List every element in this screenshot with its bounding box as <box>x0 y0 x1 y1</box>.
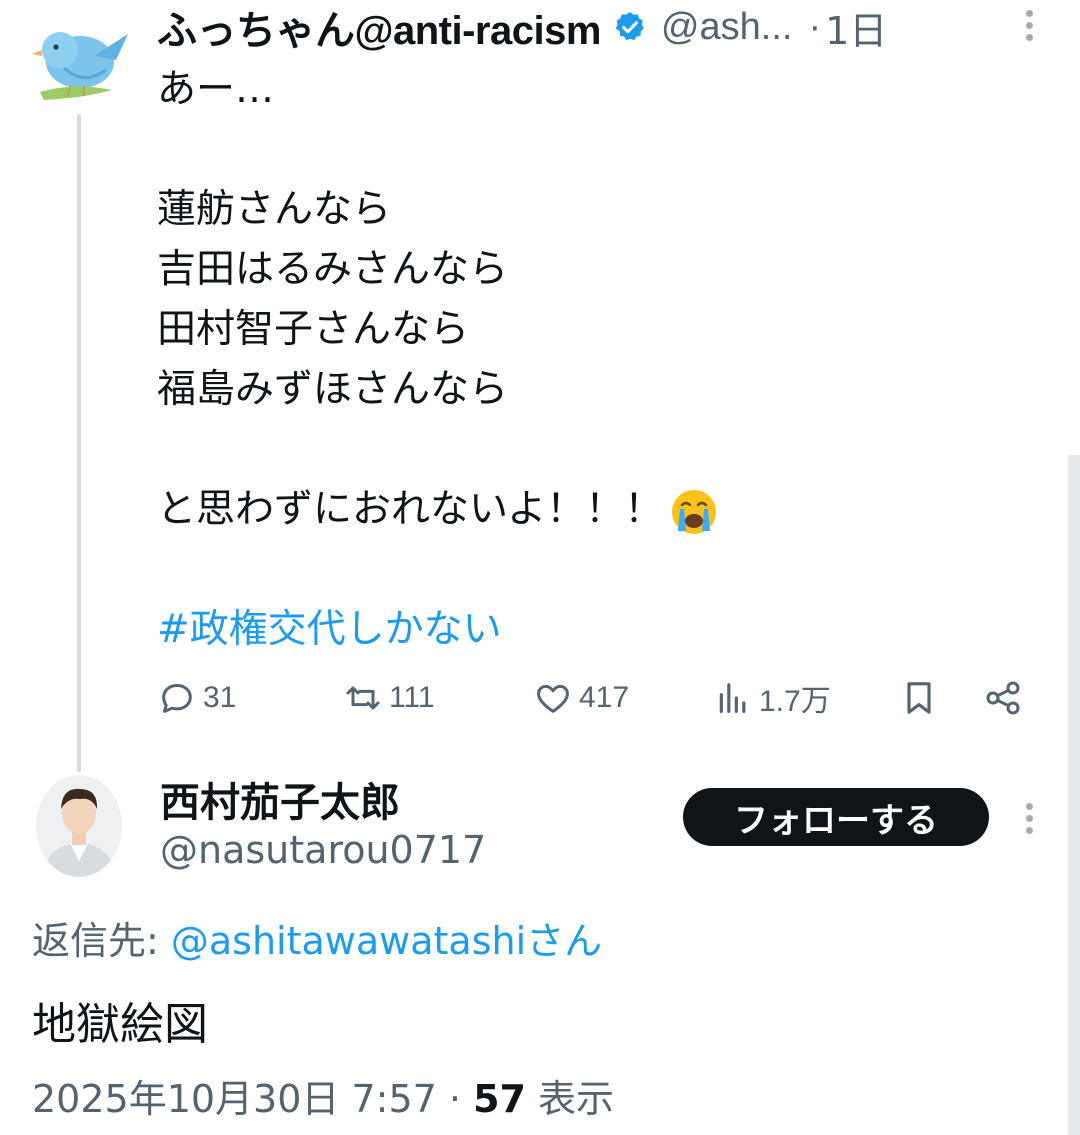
tweet-time[interactable]: 1日 <box>825 0 887 55</box>
retweet-button[interactable]: 111 <box>343 672 435 724</box>
reply-button[interactable]: 31 <box>157 672 236 724</box>
reply-author-handle[interactable]: @nasutarou0717 <box>160 828 486 872</box>
tweet-line: 吉田はるみさんなら <box>157 247 509 292</box>
header-separator: · <box>808 5 822 48</box>
author-handle[interactable]: @ash... <box>661 6 793 49</box>
thread-connector-line <box>77 114 81 772</box>
tweet-line: 蓮舫さんなら <box>157 187 392 232</box>
tweet-body: あー… 蓮舫さんなら 吉田はるみさんなら 田村智子さんなら 福島みずほさんなら … <box>157 60 1037 660</box>
share-button[interactable] <box>983 672 1029 724</box>
like-icon <box>537 684 569 713</box>
views-button[interactable]: 1.7万 <box>713 672 831 724</box>
reply-timestamp[interactable]: 2025年10月30日 7:57 · <box>32 1077 473 1121</box>
crying-face-emoji-icon <box>672 489 717 534</box>
author-avatar[interactable] <box>24 16 134 108</box>
tweet-line: あー… <box>157 67 275 112</box>
share-icon <box>986 681 1020 715</box>
verified-badge-icon <box>615 12 644 41</box>
bird-avatar-icon <box>32 32 128 100</box>
reply-views-label: 表示 <box>525 1077 615 1121</box>
more-icon[interactable] <box>1018 10 1040 50</box>
tweet-line: 田村智子さんなら <box>157 307 470 352</box>
tweet-action-bar: 31 111 417 1.7万 <box>157 672 1037 724</box>
tweet-line: 福島みずほさんなら <box>157 367 509 412</box>
reply-author-name[interactable]: 西村茄子太郎 <box>160 770 400 828</box>
author-name[interactable]: ふっちゃん@anti-racism <box>157 0 601 56</box>
bookmark-button[interactable] <box>899 672 945 724</box>
tweet-header: ふっちゃん@anti-racism @ash... · 1日 <box>157 0 887 55</box>
retweet-icon <box>346 686 380 710</box>
reply-text: 地獄絵図 <box>32 999 208 1050</box>
views-icon <box>719 683 746 713</box>
tweet-line-last: と思わずにおれないよ！！！ <box>157 480 1037 540</box>
follow-button[interactable]: フォローする <box>683 788 989 846</box>
reply-count: 31 <box>203 681 237 714</box>
views-count: 1.7万 <box>759 685 831 718</box>
reply-to-line: 返信先: @ashitawawatashiさん <box>32 910 602 965</box>
hashtag-link[interactable]: #政権交代しかない <box>157 600 1037 660</box>
retweet-count: 111 <box>389 681 435 714</box>
like-count: 417 <box>579 681 630 714</box>
reply-author-avatar[interactable] <box>36 775 122 877</box>
bookmark-icon <box>907 682 931 714</box>
profile-photo-avatar <box>36 775 122 877</box>
reply-to-mention[interactable]: @ashitawawatashiさん <box>171 919 602 963</box>
reply-icon <box>162 684 192 713</box>
tweet-line-text: と思わずにおれないよ！！！ <box>157 487 664 532</box>
scrollbar[interactable] <box>1068 455 1080 1135</box>
like-button[interactable]: 417 <box>533 672 629 724</box>
reply-views-count: 57 <box>473 1077 526 1121</box>
more-icon[interactable] <box>1018 803 1040 843</box>
reply-meta: 2025年10月30日 7:57 · 57 表示 <box>32 1068 614 1123</box>
reply-to-label: 返信先: <box>32 919 171 963</box>
